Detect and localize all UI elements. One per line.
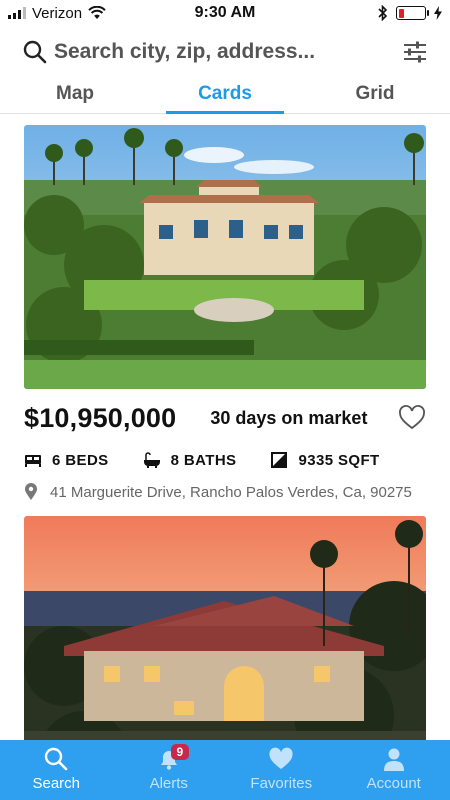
listing-price: $10,950,000 [24, 402, 177, 433]
nav-favorites[interactable]: Favorites [225, 740, 338, 800]
search-icon [23, 40, 47, 64]
favorite-heart-icon[interactable] [398, 404, 426, 432]
listing-photo[interactable] [24, 516, 426, 740]
beds-count: 6 BEDS [52, 451, 109, 469]
bluetooth-icon [378, 5, 388, 21]
wifi-icon [88, 6, 106, 19]
clock: 9:30 AM [194, 4, 256, 21]
location-pin-icon [25, 483, 37, 500]
sqft-value: 9335 SQFT [298, 451, 380, 469]
search-icon [45, 747, 68, 771]
listing-address-row: 41 Marguerite Drive, Rancho Palos Verdes… [24, 483, 426, 501]
search-input[interactable] [54, 40, 400, 64]
cell-signal-icon [8, 7, 26, 19]
listings-list[interactable]: $10,950,000 30 days on market 6 BEDS 8 B… [0, 115, 450, 740]
filter-sliders-icon[interactable] [400, 37, 430, 67]
bed-icon [25, 455, 41, 467]
bottom-nav: Search 9 Alerts Favorites Account [0, 740, 450, 800]
tab-map[interactable]: Map [0, 76, 150, 113]
nav-alerts-label: Alerts [149, 775, 188, 792]
nav-account[interactable]: Account [338, 740, 450, 800]
baths-feature: 8 BATHS [143, 451, 237, 469]
charging-bolt-icon [434, 6, 442, 20]
battery-icon [396, 6, 429, 20]
tab-grid[interactable]: Grid [300, 76, 450, 113]
listing-card[interactable] [24, 516, 426, 740]
alerts-badge: 9 [170, 744, 190, 760]
nav-favorites-label: Favorites [250, 775, 313, 792]
status-bar: Verizon 9:30 AM [0, 0, 450, 26]
view-tabs: Map Cards Grid [0, 76, 450, 114]
nav-search[interactable]: Search [0, 740, 113, 800]
days-on-market: 30 days on market [210, 407, 368, 428]
search-bar [0, 30, 450, 74]
baths-count: 8 BATHS [170, 451, 237, 469]
person-icon [383, 748, 404, 771]
nav-search-label: Search [32, 775, 81, 792]
listing-photo[interactable] [24, 125, 426, 389]
nav-account-label: Account [366, 775, 421, 792]
area-square-icon [271, 452, 288, 468]
sqft-feature: 9335 SQFT [270, 451, 379, 469]
nav-alerts[interactable]: 9 Alerts [113, 740, 226, 800]
listing-address: 41 Marguerite Drive, Rancho Palos Verdes… [50, 483, 412, 501]
beds-feature: 6 BEDS [24, 451, 109, 469]
bathtub-icon [143, 452, 160, 468]
carrier-name: Verizon [32, 4, 83, 22]
listing-card[interactable]: $10,950,000 30 days on market 6 BEDS 8 B… [24, 125, 426, 501]
heart-icon [269, 747, 293, 769]
tab-cards[interactable]: Cards [150, 76, 300, 114]
